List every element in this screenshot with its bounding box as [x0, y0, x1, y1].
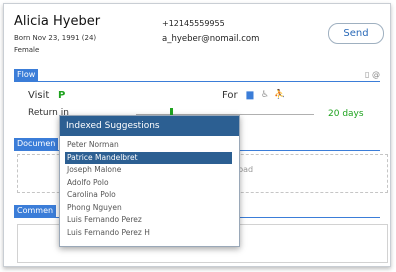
suggestion-item[interactable]: Adolfo Polo: [60, 177, 233, 190]
suggestion-item[interactable]: Joseph Malone: [60, 164, 233, 177]
suggestion-item[interactable]: Carolina Polo: [60, 189, 233, 202]
send-button[interactable]: Send: [328, 23, 384, 44]
suggestion-list: Peter Norman Patrice Mandelbret Joseph M…: [60, 136, 239, 239]
walking-icon[interactable]: ⛹: [274, 90, 286, 100]
documents-section-label: Documen: [14, 138, 59, 150]
phone-icon[interactable]: ▯: [365, 70, 369, 79]
patient-card: Alicia Hyeber Born Nov 23, 1991 (24) Fem…: [3, 3, 391, 267]
patient-dob: Born Nov 23, 1991 (24): [14, 34, 97, 42]
flow-section-label: Flow: [14, 69, 39, 81]
flow-section-header: Flow ▯ @: [14, 69, 380, 82]
wheelchair-icon[interactable]: ♿: [259, 90, 271, 100]
return-days-value: 20 days: [328, 109, 364, 119]
patient-name: Alicia Hyeber: [14, 14, 101, 29]
comments-section-label: Commen: [14, 205, 57, 217]
dropdown-title: Indexed Suggestions: [60, 116, 239, 136]
document-icon[interactable]: ▆: [244, 90, 256, 100]
visit-value[interactable]: P: [58, 90, 65, 101]
for-options: ▆ ♿ ⛹: [244, 90, 286, 100]
for-label: For: [222, 90, 238, 101]
patient-phone: +12145559955: [162, 19, 225, 28]
suggestion-item[interactable]: Peter Norman: [60, 139, 233, 152]
suggestion-item-selected[interactable]: Patrice Mandelbret: [65, 151, 232, 164]
at-icon[interactable]: @: [372, 70, 380, 79]
suggestion-item[interactable]: Phong Nguyen: [60, 202, 233, 215]
patient-email: a_hyeber@nomail.com: [162, 34, 260, 44]
indexed-suggestions-dropdown: Indexed Suggestions Peter Norman Patrice…: [59, 115, 240, 247]
suggestion-item[interactable]: Luis Fernando Perez: [60, 214, 233, 227]
visit-label: Visit: [28, 90, 50, 101]
flow-actions: ▯ @: [365, 70, 380, 79]
patient-gender: Female: [14, 46, 40, 54]
suggestion-item[interactable]: Luis Fernando Perez H: [60, 227, 233, 240]
